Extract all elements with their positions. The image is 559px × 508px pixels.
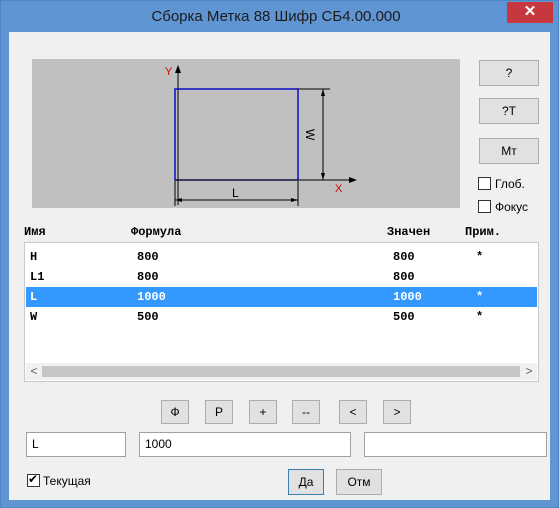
preview-panel: Y X L W	[32, 59, 460, 208]
table-row[interactable]: L1 800 800	[26, 267, 537, 287]
mt-button[interactable]: Мт	[479, 138, 539, 164]
cell-name: L1	[30, 270, 45, 284]
note-field[interactable]	[364, 432, 547, 457]
cancel-button[interactable]: Отм	[336, 469, 382, 495]
phi-button[interactable]: Ф	[161, 400, 189, 424]
cell-formula: 800	[137, 270, 159, 284]
cell-name: W	[30, 310, 38, 324]
glob-label: Глоб.	[495, 177, 525, 191]
name-field[interactable]: L	[26, 432, 126, 457]
focus-checkbox[interactable]	[478, 200, 491, 213]
dialog-window: Сборка Метка 88 Шифр СБ4.00.000 ✕ Y X L …	[0, 0, 559, 508]
axis-x-label: X	[335, 183, 343, 195]
column-header-note[interactable]: Прим.	[465, 225, 501, 239]
current-label: Текущая	[43, 474, 91, 488]
window-title: Сборка Метка 88 Шифр СБ4.00.000	[151, 8, 401, 25]
cell-formula: 500	[137, 310, 159, 324]
ok-button[interactable]: Да	[288, 469, 324, 495]
formula-field[interactable]: 1000	[139, 432, 351, 457]
dimension-w-label: W	[303, 129, 317, 141]
cell-value: 800	[393, 270, 415, 284]
next-button[interactable]: >	[383, 400, 411, 424]
column-header-formula[interactable]: Формула	[131, 225, 181, 239]
preview-drawing: Y X L W	[165, 65, 357, 206]
column-header-value[interactable]: Значен	[387, 225, 430, 239]
variables-table[interactable]: H 800 800 * L1 800 800 L 1000 1000 * W 5…	[24, 242, 539, 382]
glob-checkbox[interactable]	[478, 177, 491, 190]
column-header-name[interactable]: Имя	[24, 225, 46, 239]
table-row[interactable]: H 800 800 *	[26, 247, 537, 267]
close-button[interactable]: ✕	[507, 2, 553, 23]
focus-label: Фокус	[495, 200, 529, 214]
title-bar[interactable]: Сборка Метка 88 Шифр СБ4.00.000 ✕	[1, 1, 558, 32]
cell-name: L	[30, 290, 38, 304]
cell-formula: 800	[137, 250, 159, 264]
table-row-selected[interactable]: L 1000 1000 *	[26, 287, 537, 307]
dimension-l-label: L	[232, 186, 239, 200]
p-button[interactable]: Р	[205, 400, 233, 424]
cell-formula: 1000	[137, 290, 166, 304]
assembly-rectangle	[174, 88, 299, 181]
scroll-right-arrow-icon[interactable]: >	[521, 363, 537, 380]
prev-button[interactable]: <	[339, 400, 367, 424]
horizontal-scrollbar[interactable]: < >	[26, 363, 537, 380]
cell-note: *	[476, 310, 484, 324]
help-button[interactable]: ?	[479, 60, 539, 86]
cell-note: *	[476, 250, 484, 264]
cell-value: 1000	[393, 290, 422, 304]
cell-value: 500	[393, 310, 415, 324]
scroll-left-arrow-icon[interactable]: <	[26, 363, 42, 380]
scroll-thumb[interactable]	[42, 366, 520, 377]
cell-value: 800	[393, 250, 415, 264]
cell-name: H	[30, 250, 38, 264]
dialog-client: Y X L W ? ?T Мт Глоб. Фокус Имя Формула …	[9, 32, 550, 500]
help-t-button[interactable]: ?T	[479, 98, 539, 124]
current-checkbox[interactable]	[27, 472, 40, 487]
remove-button[interactable]: --	[292, 400, 320, 424]
axis-y-label: Y	[165, 66, 173, 78]
cell-note: *	[476, 290, 484, 304]
add-button[interactable]: +	[249, 400, 277, 424]
table-row[interactable]: W 500 500 *	[26, 307, 537, 327]
